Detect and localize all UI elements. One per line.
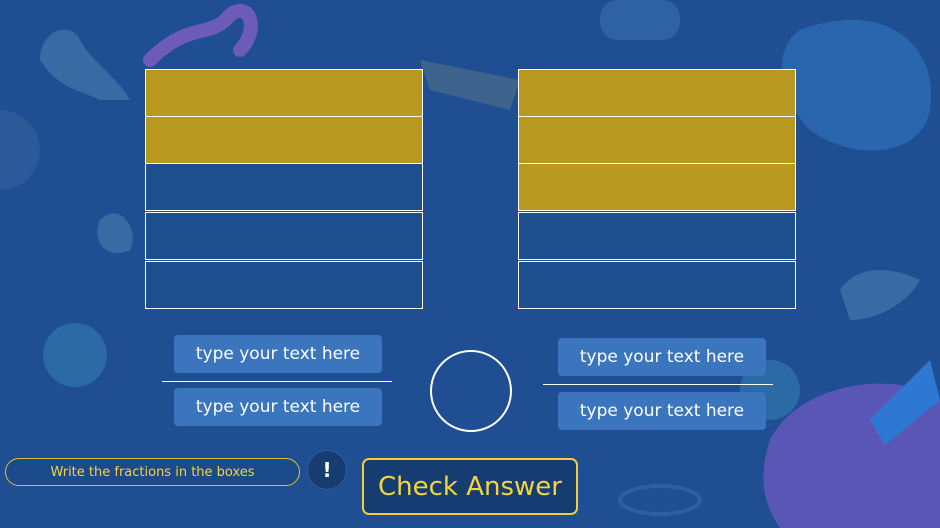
- fraction-model-right: [518, 69, 798, 309]
- dino-right: [840, 270, 920, 320]
- globe-left: [43, 323, 107, 387]
- rainbow-cloud: [600, 0, 680, 40]
- fraction-strip: [145, 261, 423, 309]
- dino-left: [40, 29, 130, 100]
- flower-shape: [97, 213, 133, 254]
- denominator-input-left[interactable]: type your text here: [174, 388, 382, 426]
- decorative-background: [0, 0, 940, 528]
- blob-left: [0, 110, 40, 190]
- fraction-bar-right: [543, 384, 773, 385]
- fraction-strip: [518, 163, 796, 211]
- fraction-strip: [145, 163, 423, 211]
- numerator-input-right[interactable]: type your text here: [558, 338, 766, 376]
- fraction-strip: [518, 69, 796, 117]
- exclamation-icon: !: [322, 458, 332, 482]
- fraction-strip: [518, 116, 796, 164]
- instruction-banner: Write the fractions in the boxes: [5, 458, 300, 486]
- comparison-symbol-input[interactable]: [430, 350, 512, 432]
- blob-top-right: [781, 19, 932, 151]
- hint-button[interactable]: !: [307, 450, 347, 490]
- denominator-input-right[interactable]: type your text here: [558, 392, 766, 430]
- fraction-bar-left: [162, 381, 392, 382]
- fraction-strip: [145, 69, 423, 117]
- fraction-strip: [518, 212, 796, 260]
- fraction-strip: [145, 116, 423, 164]
- scribble-shape: [143, 4, 258, 67]
- numerator-input-left[interactable]: type your text here: [174, 335, 382, 373]
- planet-ring: [618, 484, 702, 516]
- fraction-strip: [145, 212, 423, 260]
- fraction-model-left: [145, 69, 425, 309]
- brush-stroke: [420, 60, 520, 110]
- check-answer-button[interactable]: Check Answer: [362, 458, 578, 515]
- fraction-strip: [518, 261, 796, 309]
